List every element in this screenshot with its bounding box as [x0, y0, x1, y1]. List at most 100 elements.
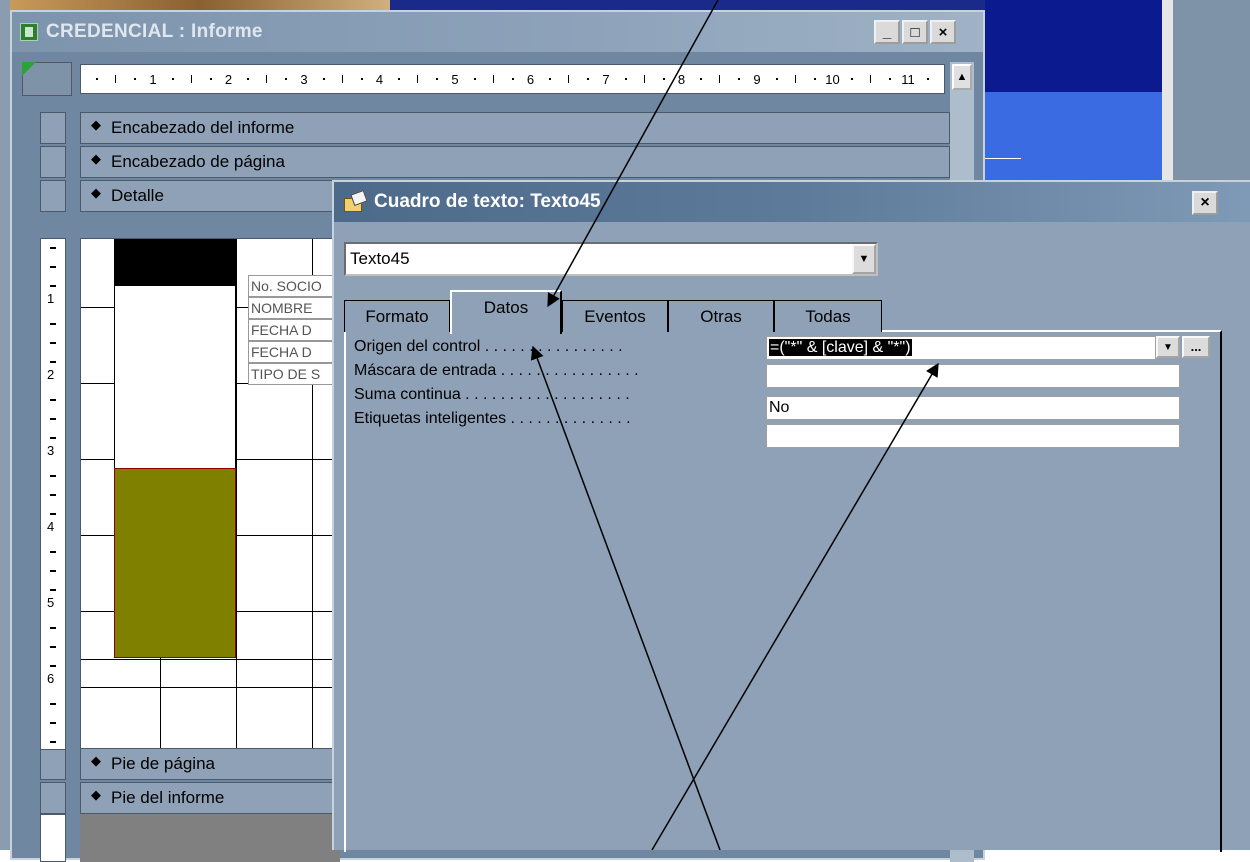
- object-selector[interactable]: Texto45: [344, 242, 878, 276]
- ruler-number: 4: [47, 519, 55, 534]
- tab-todas[interactable]: Todas: [774, 300, 882, 332]
- report-icon: [20, 23, 38, 41]
- ruler-tick: [492, 75, 494, 83]
- ruler-tick: [398, 78, 401, 80]
- report-titlebar[interactable]: CREDENCIAL : Informe: [12, 12, 983, 52]
- maximize-button[interactable]: □: [902, 20, 928, 44]
- property-label: Suma continua: [354, 386, 461, 403]
- ruler-tick: [738, 78, 741, 80]
- ruler-tick: [50, 475, 56, 477]
- ruler-tick: [50, 399, 56, 401]
- label-control[interactable]: No. SOCIO: [248, 275, 339, 297]
- tab-label: Datos: [483, 298, 529, 317]
- tab-formato[interactable]: Formato: [344, 300, 450, 332]
- section-selector-page-header[interactable]: [40, 146, 66, 178]
- input-mask-field[interactable]: [766, 364, 1180, 388]
- control-source-dropdown-button[interactable]: ▼: [1156, 336, 1180, 358]
- section-label: Encabezado de página: [111, 152, 285, 171]
- running-sum-field[interactable]: No: [766, 396, 1180, 420]
- scroll-up-button[interactable]: ▲: [952, 64, 972, 90]
- ruler-tick: [775, 78, 778, 80]
- section-label: Pie de página: [111, 754, 215, 773]
- background-window-dark: [985, 0, 1165, 92]
- ruler-tick: [134, 78, 137, 80]
- property-leader-dots: . . . . . . . . . . . . . .: [506, 410, 631, 427]
- tab-datos[interactable]: Datos: [450, 290, 562, 334]
- report-selector-icon: [22, 62, 36, 76]
- build-button[interactable]: ...: [1182, 336, 1210, 358]
- tab-eventos[interactable]: Eventos: [562, 300, 668, 332]
- label-control[interactable]: FECHA D: [248, 319, 339, 341]
- property-label: Origen del control: [354, 338, 481, 355]
- ruler-tick: [549, 78, 552, 80]
- ruler-tick: [50, 665, 56, 667]
- minimize-button[interactable]: _: [874, 20, 900, 44]
- ruler-tick: [209, 78, 212, 80]
- properties-icon: [344, 189, 368, 212]
- ruler-number: 5: [47, 595, 55, 610]
- ruler-tick: [266, 75, 268, 83]
- property-name-mascara-de-entrada[interactable]: Máscara de entrada . . . . . . . . . . .…: [354, 362, 639, 382]
- ruler-tick: [813, 78, 816, 80]
- property-name-suma-continua[interactable]: Suma continua . . . . . . . . . . . . . …: [354, 386, 630, 406]
- object-selector-value: Texto45: [350, 249, 410, 268]
- section-selector-report-header[interactable]: [40, 112, 66, 144]
- property-name-etiquetas-inteligentes[interactable]: Etiquetas inteligentes . . . . . . . . .…: [354, 410, 631, 430]
- close-button[interactable]: ×: [1192, 191, 1218, 215]
- detail-section-canvas[interactable]: No. SOCIO NOMBRE FECHA D FECHA D TIPO DE…: [80, 238, 340, 750]
- section-page-header[interactable]: Encabezado de página: [80, 146, 950, 178]
- ruler-tick: [322, 78, 325, 80]
- label-control[interactable]: TIPO DE S: [248, 363, 339, 385]
- tab-label: Formato: [365, 306, 429, 326]
- section-arrow-icon: [91, 753, 105, 770]
- background-window-blue: [985, 92, 1165, 180]
- label-control[interactable]: FECHA D: [248, 341, 339, 363]
- black-rectangle-control[interactable]: [114, 239, 236, 285]
- grid-line: [81, 687, 339, 688]
- section-arrow-icon: [91, 787, 105, 804]
- running-sum-value: No: [769, 399, 790, 416]
- ruler-number: 4: [375, 72, 384, 87]
- tab-otras[interactable]: Otras: [668, 300, 774, 332]
- smart-tags-field[interactable]: [766, 424, 1180, 448]
- ruler-tick: [285, 78, 288, 80]
- label-control[interactable]: NOMBRE: [248, 297, 339, 319]
- ruler-tick: [247, 78, 250, 80]
- vertical-ruler[interactable]: 1 2 3 4 5 6: [40, 238, 66, 750]
- ellipsis-icon: ...: [1190, 339, 1202, 354]
- triangle-up-icon: ▲: [956, 71, 968, 83]
- olive-rectangle-control[interactable]: [114, 468, 236, 658]
- section-label: Encabezado del informe: [111, 118, 295, 137]
- desktop-background: [0, 0, 10, 850]
- ruler-tick: [50, 361, 56, 363]
- ruler-tick: [360, 78, 363, 80]
- maximize-icon: □: [910, 23, 920, 41]
- vertical-ruler-lower: [40, 814, 66, 862]
- ruler-tick: [643, 75, 645, 83]
- ruler-tick: [50, 627, 56, 629]
- horizontal-ruler[interactable]: 1 2 3 4 5 6 7 8 9 10 11: [80, 64, 945, 94]
- ruler-number: 6: [47, 671, 55, 686]
- section-selector-report-footer[interactable]: [40, 782, 66, 814]
- close-icon: ×: [1200, 194, 1210, 211]
- close-button[interactable]: ×: [930, 20, 956, 44]
- ruler-tick: [700, 78, 703, 80]
- ruler-number: 11: [901, 72, 915, 87]
- control-source-field[interactable]: =("*" & [clave] & "*"): [766, 336, 1156, 360]
- white-rectangle-control[interactable]: [114, 285, 236, 469]
- ruler-number: 3: [47, 443, 55, 458]
- property-sheet-titlebar[interactable]: Cuadro de texto: Texto45: [334, 182, 1250, 222]
- report-footer-canvas[interactable]: [80, 814, 340, 862]
- section-selector-detail[interactable]: [40, 180, 66, 212]
- ruler-tick: [870, 75, 872, 83]
- property-label: Máscara de entrada: [354, 362, 497, 379]
- object-selector-dropdown-button[interactable]: ▼: [852, 244, 876, 274]
- section-selector-page-footer[interactable]: [40, 748, 66, 780]
- ruler-tick: [794, 75, 796, 83]
- grid-line: [236, 239, 237, 749]
- ruler-tick: [50, 646, 56, 648]
- ruler-tick: [50, 589, 56, 591]
- section-report-header[interactable]: Encabezado del informe: [80, 112, 950, 144]
- property-name-origen-del-control[interactable]: Origen del control . . . . . . . . . . .…: [354, 338, 623, 358]
- ruler-number: 1: [149, 72, 157, 87]
